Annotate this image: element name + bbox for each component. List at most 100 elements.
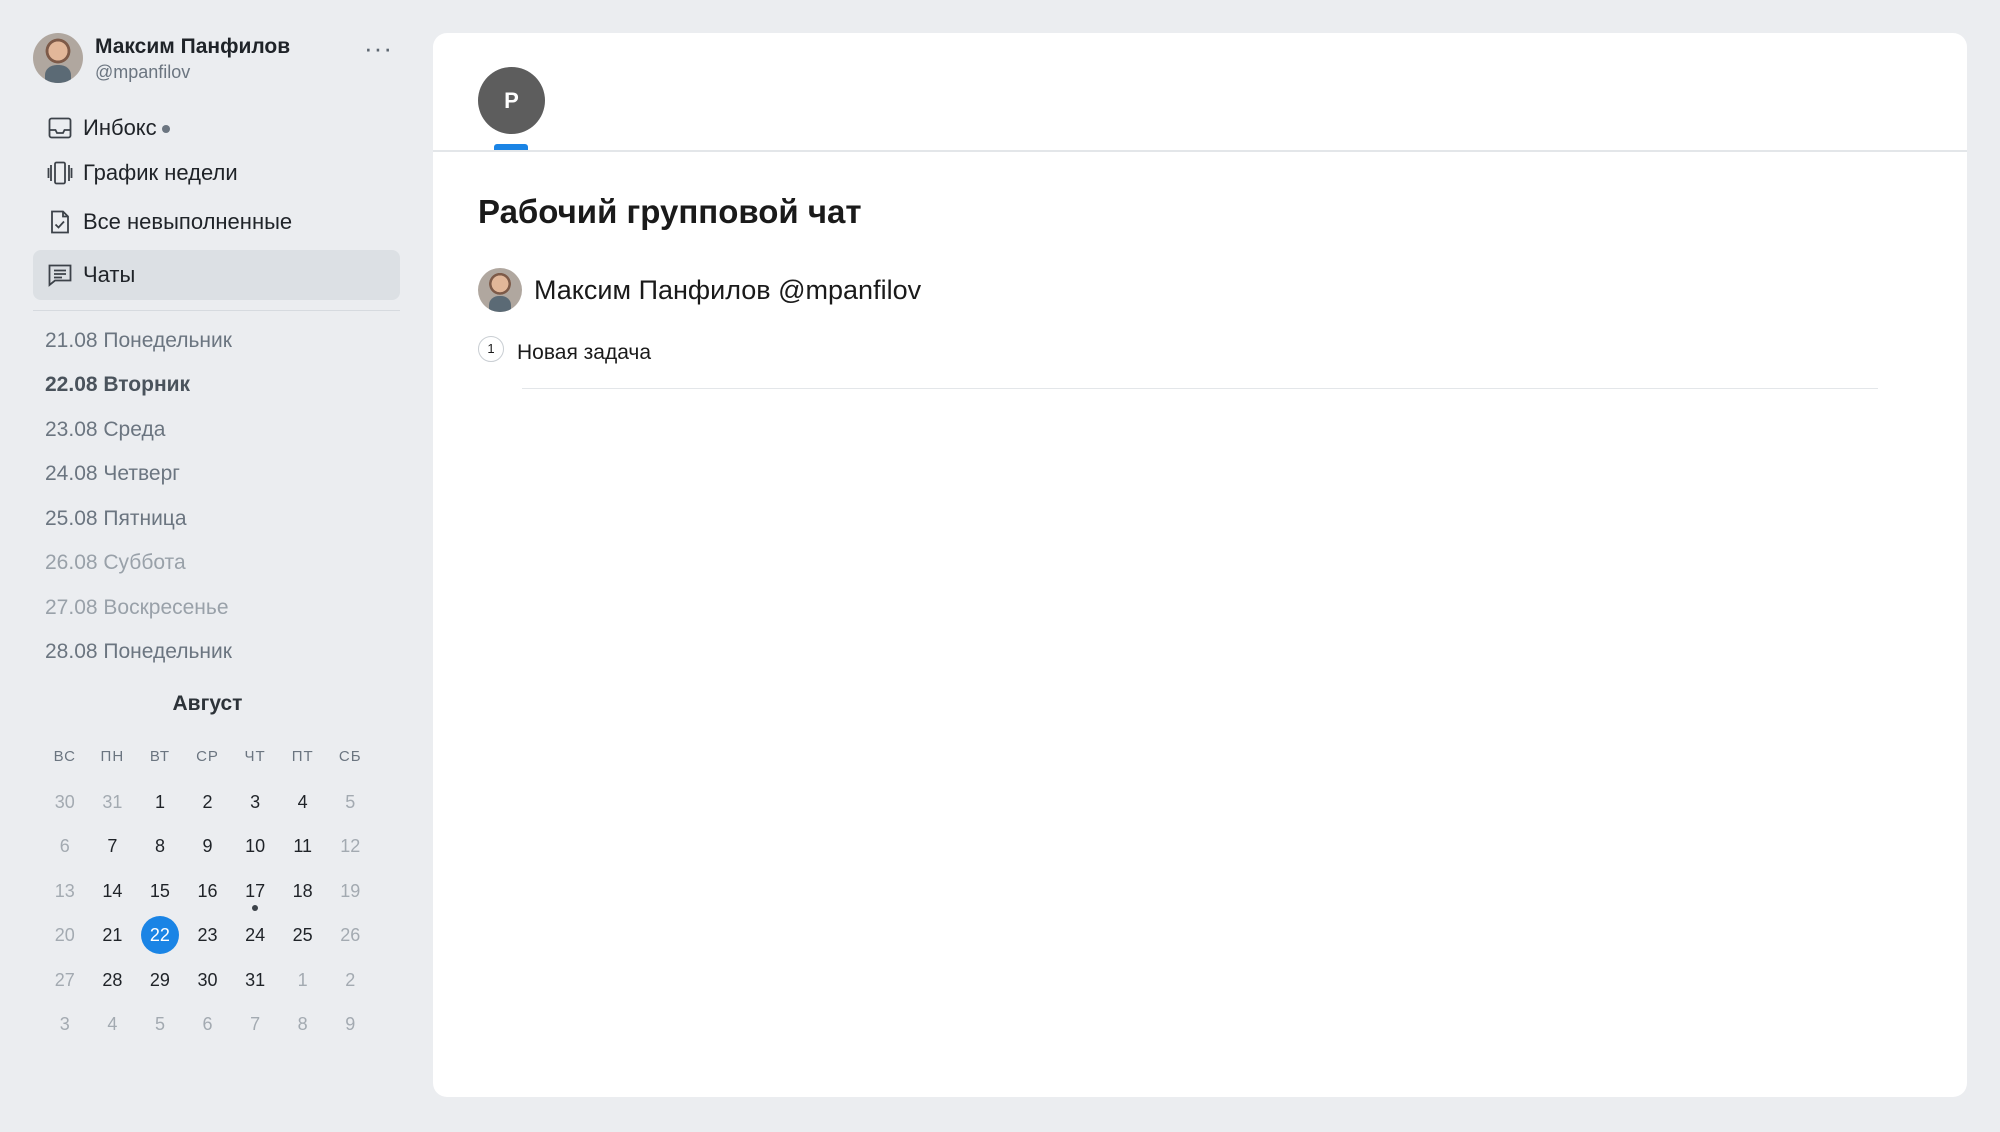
nav-item-week-schedule[interactable]: График недели	[33, 148, 400, 198]
calendar-day[interactable]: 16	[184, 872, 232, 910]
calendar-day[interactable]: 27	[41, 961, 89, 999]
calendar-day[interactable]: 11	[279, 827, 327, 865]
calendar-day-number: 11	[293, 836, 313, 857]
calendar-day[interactable]: 25	[279, 916, 327, 954]
calendar-week-row: 3 4 5 6 7 8 9	[41, 1002, 374, 1047]
calendar-day-number: 30	[197, 969, 218, 990]
calendar-day[interactable]: 18	[279, 872, 327, 910]
calendar-day[interactable]: 22	[136, 916, 184, 955]
task-number-badge[interactable]: 1	[478, 336, 504, 362]
calendar-day-number: 26	[340, 925, 361, 946]
day-item[interactable]: 27.08 Воскресенье	[45, 596, 229, 620]
calendar-weekday: СБ	[338, 748, 362, 766]
calendar-day[interactable]: 5	[136, 1005, 184, 1043]
calendar-day-number: 8	[297, 1014, 308, 1035]
calendar-day-number: 13	[54, 880, 75, 901]
calendar-day-number: 30	[54, 791, 75, 812]
calendar-day[interactable]: 19	[326, 872, 374, 910]
calendar-day[interactable]: 5	[326, 783, 374, 821]
calendar-day[interactable]: 7	[231, 1005, 279, 1043]
calendar-day[interactable]: 4	[89, 1005, 137, 1043]
day-item-today[interactable]: 22.08 Вторник	[45, 373, 190, 397]
calendar-day-number: 22	[140, 916, 179, 955]
calendar-day[interactable]: 17	[231, 872, 279, 911]
calendar-day[interactable]: 30	[41, 783, 89, 821]
calendar-day-number: 1	[297, 969, 308, 990]
calendar-day[interactable]: 15	[136, 872, 184, 910]
nav-item-inbox[interactable]: Инбокс	[33, 103, 400, 153]
more-options-icon[interactable]: ···	[364, 35, 394, 65]
nav-label: Все невыполненные	[83, 209, 293, 234]
calendar-day[interactable]: 31	[89, 783, 137, 821]
calendar-day-number: 19	[340, 880, 361, 901]
day-item[interactable]: 25.08 Пятница	[45, 507, 187, 531]
calendar-day[interactable]: 6	[184, 1005, 232, 1043]
calendar-day-number: 18	[292, 880, 313, 901]
calendar-day-number: 24	[245, 925, 266, 946]
inbox-icon	[47, 115, 73, 141]
calendar-day[interactable]: 6	[41, 827, 89, 865]
calendar-day[interactable]: 3	[41, 1005, 89, 1043]
day-item[interactable]: 23.08 Среда	[45, 418, 165, 442]
calendar-day-number: 5	[345, 791, 356, 812]
calendar-day-number: 3	[59, 1014, 70, 1035]
calendar-day[interactable]: 13	[41, 872, 89, 910]
calendar-day[interactable]: 9	[326, 1005, 374, 1043]
task-item[interactable]: 1 Новая задача	[478, 336, 1893, 389]
calendar-day-number: 5	[154, 1014, 165, 1035]
calendar-day-number: 12	[340, 836, 361, 857]
calendar-day-number: 10	[245, 836, 266, 857]
calendar-day[interactable]: 28	[89, 961, 137, 999]
calendar-day[interactable]: 1	[279, 961, 327, 999]
calendar-day[interactable]: 12	[326, 827, 374, 865]
calendar-day-number: 6	[202, 1014, 213, 1035]
calendar-day-number: 9	[202, 836, 213, 857]
nav-label: Инбокс	[83, 115, 170, 141]
calendar-day[interactable]: 26	[326, 916, 374, 954]
user-avatar[interactable]	[33, 33, 83, 83]
calendar-day[interactable]: 14	[89, 872, 137, 910]
unread-dot	[161, 125, 170, 134]
calendar-day[interactable]: 2	[184, 783, 232, 821]
calendar-day[interactable]: 24	[231, 916, 279, 954]
calendar-day-number: 20	[54, 925, 75, 946]
checklist-document-icon	[47, 209, 73, 235]
calendar-day-number: 2	[345, 969, 356, 990]
nav-label: Чаты	[83, 262, 136, 287]
day-item[interactable]: 21.08 Понедельник	[45, 329, 232, 353]
calendar-day[interactable]: 9	[184, 827, 232, 865]
calendar-day-number: 2	[202, 791, 213, 812]
calendar-day[interactable]: 1	[136, 783, 184, 821]
chat-member[interactable]: Максим Панфилов @mpanfilov	[478, 267, 921, 313]
calendar-week-row: 27 28 29 30 31 1 2	[41, 958, 374, 1003]
day-item[interactable]: 24.08 Четверг	[45, 462, 180, 486]
calendar-day[interactable]: 8	[279, 1005, 327, 1043]
calendar-day[interactable]: 20	[41, 916, 89, 954]
chat-tab-avatar[interactable]: P	[478, 67, 545, 134]
day-item[interactable]: 26.08 Суббота	[45, 551, 186, 575]
calendar-day[interactable]: 31	[231, 961, 279, 999]
calendar-day[interactable]: 21	[89, 916, 137, 954]
user-name: Максим Панфилов	[95, 35, 291, 58]
calendar-day[interactable]: 29	[136, 961, 184, 999]
task-title[interactable]: Новая задача	[517, 341, 651, 365]
calendar-day[interactable]: 30	[184, 961, 232, 999]
nav-item-chats[interactable]: Чаты	[33, 250, 400, 300]
main-panel: P Рабочий групповой чат Максим Панфилов …	[433, 33, 1967, 1097]
calendar-day-number: 1	[154, 791, 165, 812]
calendar-day[interactable]: 2	[326, 961, 374, 999]
calendar-day[interactable]: 23	[184, 916, 232, 954]
calendar-day-number: 8	[154, 836, 165, 857]
calendar-weekday: ЧТ	[244, 748, 266, 766]
day-item[interactable]: 28.08 Понедельник	[45, 640, 232, 664]
calendar-day[interactable]: 8	[136, 827, 184, 865]
calendar-week-row: 30 31 1 2 3 4 5	[41, 780, 374, 825]
calendar-day-number: 31	[245, 969, 266, 990]
nav-item-all-pending[interactable]: Все невыполненные	[33, 197, 400, 247]
calendar-day[interactable]: 4	[279, 783, 327, 821]
calendar-day[interactable]: 10	[231, 827, 279, 865]
calendar-day-number: 17	[245, 880, 266, 901]
user-profile[interactable]: Максим Панфилов @mpanfilov ···	[33, 33, 403, 85]
calendar-day[interactable]: 7	[89, 827, 137, 865]
calendar-day[interactable]: 3	[231, 783, 279, 821]
